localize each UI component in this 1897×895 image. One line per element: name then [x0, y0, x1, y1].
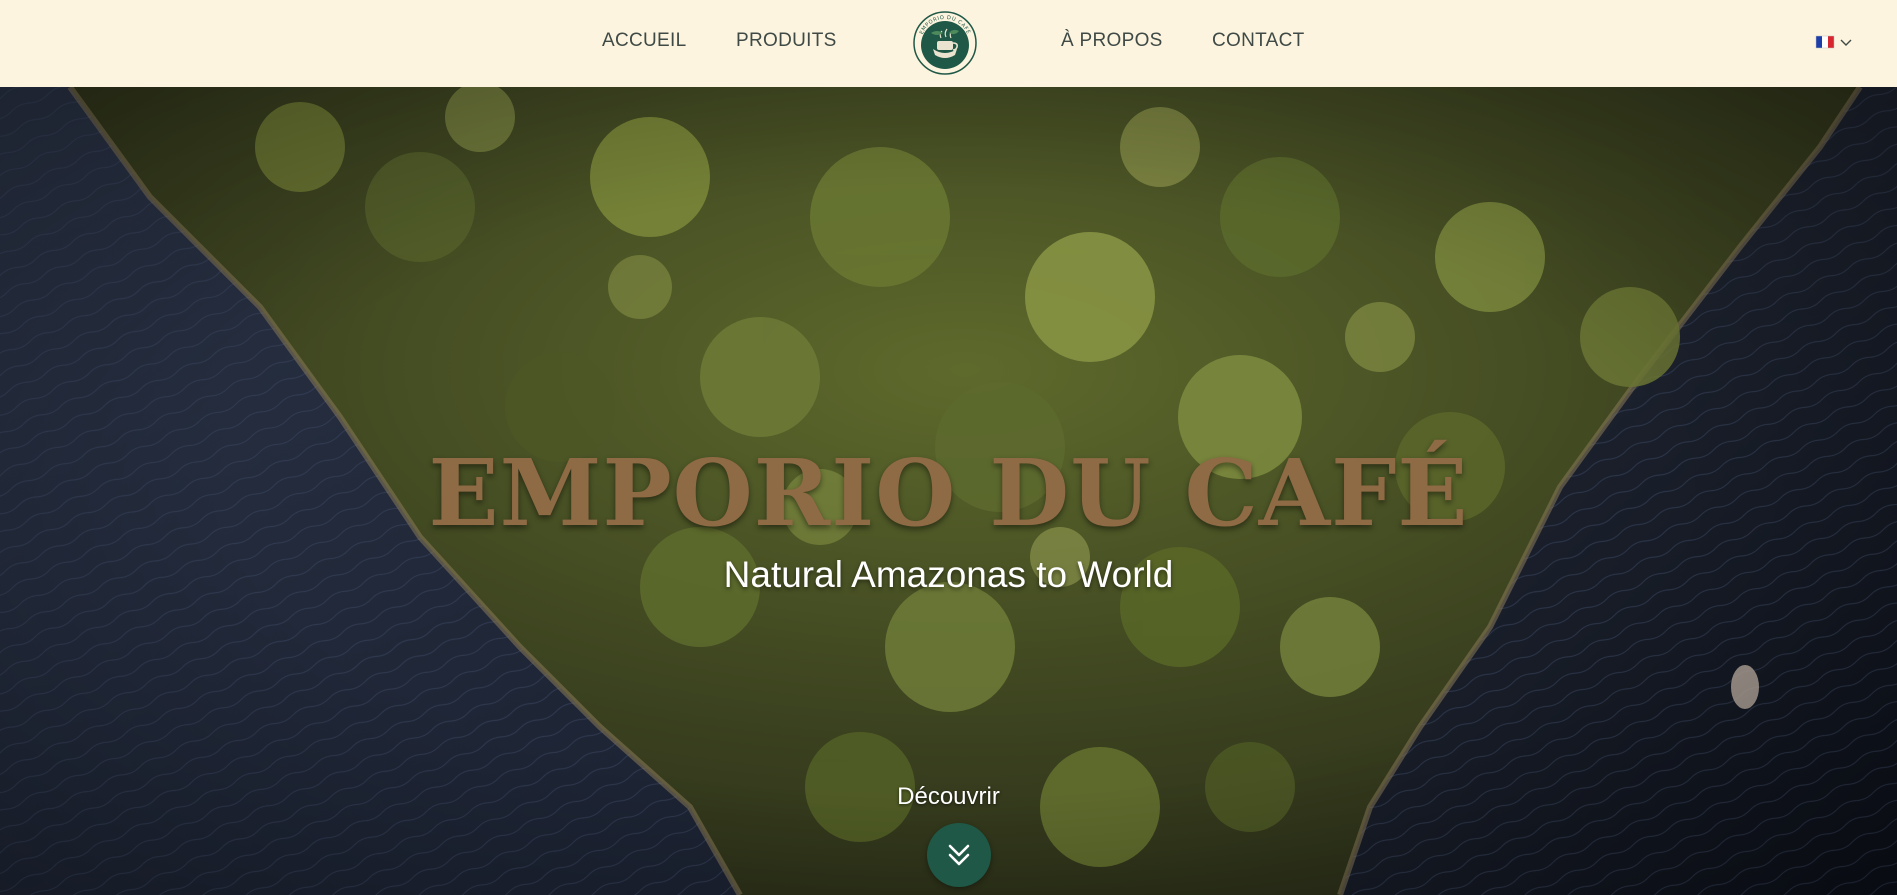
site-header: ACCUEIL PRODUITS EMPORIO DU CAFÉ À PROPO… — [0, 0, 1897, 87]
hero-subtitle: Natural Amazonas to World — [723, 554, 1174, 595]
language-selector[interactable] — [1815, 33, 1859, 51]
nav-link-contact[interactable]: CONTACT — [1212, 30, 1305, 52]
nav-link-accueil[interactable]: ACCUEIL — [602, 30, 686, 52]
hero-section: EMPORIO DU CAFÉ Natural Amazonas to Worl… — [0, 87, 1897, 895]
site-logo[interactable]: EMPORIO DU CAFÉ — [913, 11, 977, 75]
hero-title: EMPORIO DU CAFÉ — [428, 439, 1469, 547]
double-chevron-down-icon — [948, 844, 970, 866]
coffee-cup-emblem-icon: EMPORIO DU CAFÉ — [913, 11, 977, 75]
discover-label[interactable]: Découvrir — [0, 783, 1897, 811]
discover-button[interactable] — [927, 823, 991, 887]
french-flag-icon — [1815, 35, 1835, 49]
nav-link-produits[interactable]: PRODUITS — [736, 30, 837, 52]
chevron-down-icon — [1840, 39, 1852, 46]
nav-link-a-propos[interactable]: À PROPOS — [1061, 30, 1163, 52]
